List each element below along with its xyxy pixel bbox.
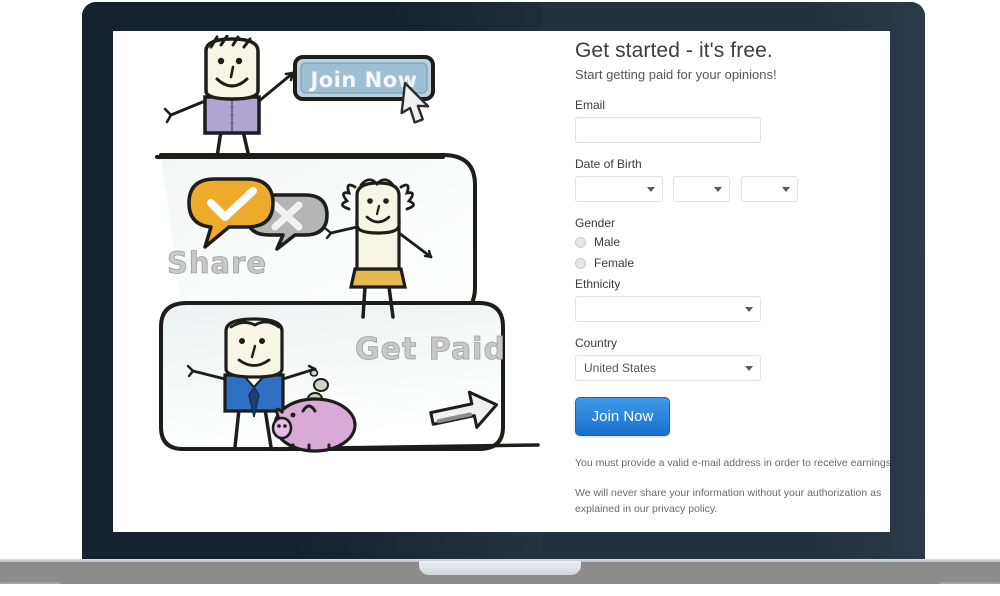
gender-female-label: Female bbox=[594, 256, 635, 270]
laptop-base-notch bbox=[419, 561, 581, 575]
signup-page: Join Now Share Get Paid Get started - it… bbox=[113, 31, 890, 532]
gender-label: Gender bbox=[575, 216, 616, 230]
svg-text:Get Paid: Get Paid bbox=[355, 332, 506, 367]
country-value: United States bbox=[584, 361, 657, 375]
gender-option-female[interactable]: Female bbox=[575, 256, 890, 270]
legal-line-2: We will never share your information wit… bbox=[575, 486, 882, 515]
ethnicity-label: Ethnicity bbox=[575, 277, 621, 291]
legal-text: You must provide a valid e-mail address … bbox=[575, 456, 890, 517]
country-label: Country bbox=[575, 336, 618, 350]
laptop-screen: Join Now Share Get Paid Get started - it… bbox=[113, 31, 890, 532]
chevron-down-icon bbox=[781, 187, 790, 192]
screenshot-stage: Join Now Share Get Paid Get started - it… bbox=[0, 0, 1000, 596]
dob-year-select[interactable] bbox=[740, 176, 798, 202]
email-label: Email bbox=[575, 98, 606, 112]
page-bottom-fill bbox=[0, 584, 1000, 596]
dob-label: Date of Birth bbox=[575, 157, 642, 171]
legal-line-1: You must provide a valid e-mail address … bbox=[575, 457, 890, 469]
join-now-button[interactable]: Join Now bbox=[575, 397, 670, 436]
email-field[interactable] bbox=[575, 117, 761, 143]
gender-option-male[interactable]: Male bbox=[575, 235, 890, 249]
radio-icon bbox=[575, 257, 586, 269]
dob-group bbox=[575, 176, 890, 202]
illus-join-now-panel: Join Now bbox=[163, 35, 435, 159]
page-subtitle: Start getting paid for your opinions! bbox=[575, 67, 777, 82]
signup-illustration: Join Now Share Get Paid bbox=[143, 35, 563, 465]
chevron-down-icon bbox=[714, 187, 723, 192]
page-title: Get started - it's free. bbox=[575, 39, 773, 62]
chevron-down-icon bbox=[745, 307, 753, 312]
dob-day-select[interactable] bbox=[673, 176, 731, 202]
dob-month-select[interactable] bbox=[575, 176, 663, 202]
svg-text:Share: Share bbox=[167, 246, 267, 280]
svg-text:Join Now: Join Now bbox=[308, 68, 417, 92]
ethnicity-select[interactable] bbox=[575, 296, 761, 322]
radio-icon bbox=[575, 236, 586, 248]
chevron-down-icon bbox=[745, 366, 753, 371]
country-select[interactable]: United States bbox=[575, 355, 761, 381]
chevron-down-icon bbox=[647, 187, 655, 192]
signup-form: Get started - it's free. Start getting p… bbox=[575, 39, 890, 531]
gender-male-label: Male bbox=[594, 235, 621, 249]
